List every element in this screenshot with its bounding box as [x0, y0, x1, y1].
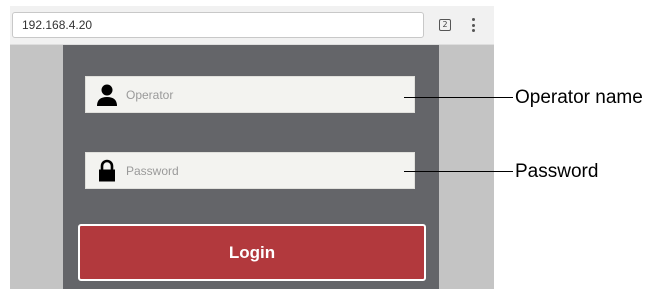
operator-callout-label: Operator name: [515, 87, 643, 108]
password-callout-label: Password: [515, 161, 599, 182]
tabs-icon[interactable]: 2: [439, 19, 451, 31]
page-viewport: Login: [10, 45, 494, 289]
operator-field[interactable]: [85, 76, 415, 113]
lock-icon: [96, 159, 118, 183]
browser-toolbar: 192.168.4.20 2: [10, 6, 494, 45]
operator-input[interactable]: [126, 77, 396, 112]
password-field[interactable]: [85, 152, 415, 189]
address-bar[interactable]: 192.168.4.20: [12, 12, 424, 38]
login-panel: Login: [63, 45, 439, 289]
person-icon: [96, 83, 118, 107]
password-callout-line: [404, 171, 513, 172]
address-bar-url: 192.168.4.20: [22, 18, 93, 32]
menu-icon[interactable]: [469, 17, 479, 33]
operator-callout-line: [404, 97, 513, 98]
password-input[interactable]: [126, 153, 396, 188]
login-button[interactable]: Login: [78, 224, 426, 281]
tab-count: 2: [442, 20, 448, 29]
screenshot-figure: 192.168.4.20 2 Operator Login Operator n…: [0, 0, 659, 289]
